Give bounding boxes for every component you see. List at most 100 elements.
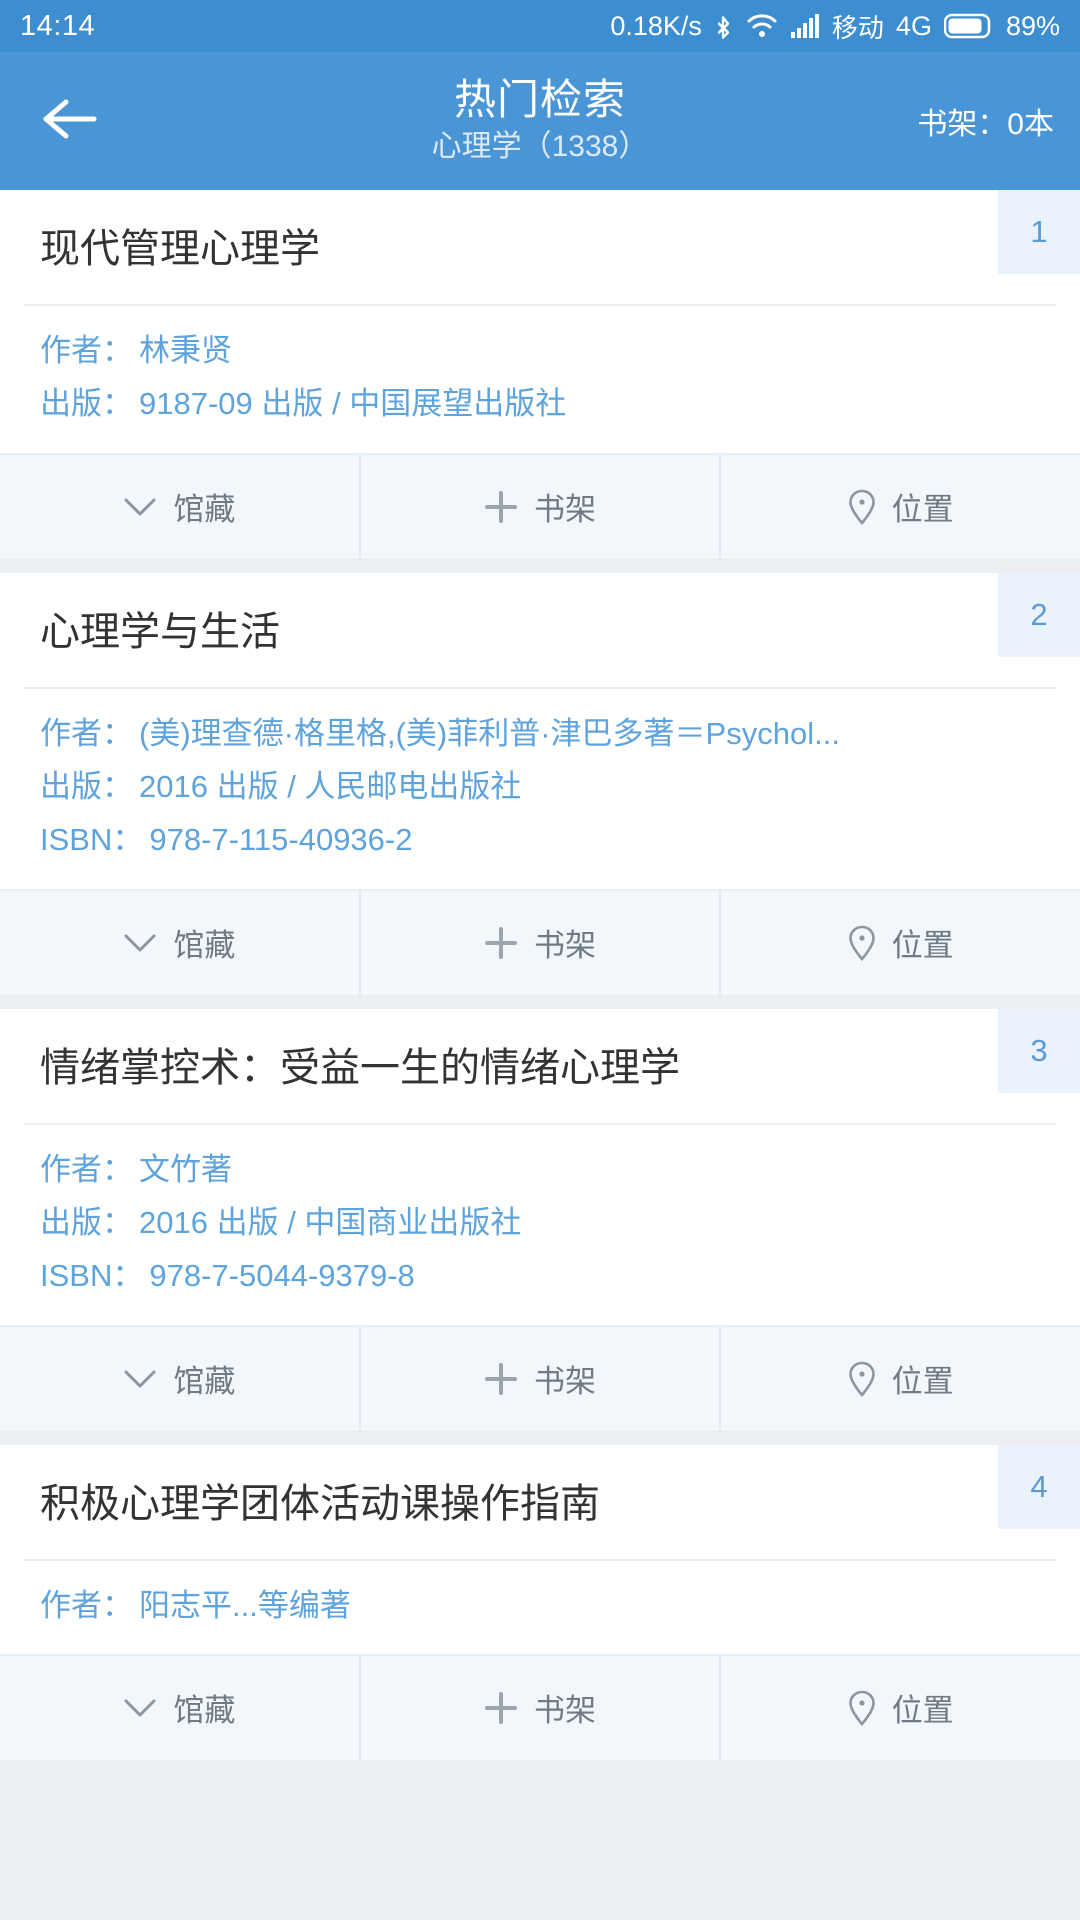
location-label: 位置 — [891, 492, 954, 528]
collection-label: 馆藏 — [173, 492, 236, 528]
book-title: 情绪掌控术：受益一生的情绪心理学 — [40, 1045, 680, 1090]
book-meta: 作者： 林秉贤 出版： 9187-09 出版 / 中国展望出版社 — [0, 306, 1080, 453]
isbn-label: ISBN： — [40, 822, 144, 858]
book-actions: 馆藏 书架 位置 — [0, 1324, 1080, 1431]
book-isbn-row: ISBN： 978-7-115-40936-2 — [40, 813, 1040, 866]
book-card-header[interactable]: 现代管理心理学 1 — [0, 190, 1080, 304]
status-bar: 14:14 0.18K/s 移动 4G 89% — [0, 0, 1080, 52]
book-actions: 馆藏 书架 位置 — [0, 452, 1080, 559]
network-type: 4G — [895, 10, 932, 41]
location-label: 位置 — [891, 928, 954, 964]
collection-button[interactable]: 馆藏 — [0, 454, 361, 559]
page-title: 热门检索 — [453, 75, 626, 123]
shelf-label: 书架 — [534, 1693, 596, 1729]
book-author: 林秉贤 — [139, 333, 232, 368]
location-label: 位置 — [891, 1693, 954, 1729]
book-meta: 作者： (美)理查德·格里格,(美)菲利普·津巴多著＝Psychol... 出版： 2… — [0, 689, 1080, 889]
book-title: 积极心理学团体活动课操作指南 — [40, 1481, 600, 1526]
collection-button[interactable]: 馆藏 — [0, 1326, 361, 1431]
collection-label: 馆藏 — [173, 928, 236, 964]
location-label: 位置 — [891, 1364, 954, 1399]
wifi-icon — [746, 13, 778, 39]
plus-icon — [484, 1691, 518, 1725]
back-arrow-icon — [40, 96, 98, 147]
book-card-header[interactable]: 心理学与生活 2 — [0, 572, 1080, 687]
plus-icon — [484, 926, 518, 960]
chevron-down-icon — [123, 1368, 157, 1390]
collection-button[interactable]: 馆藏 — [0, 890, 361, 995]
book-publish: 2016 出版 / 中国商业出版社 — [139, 1204, 522, 1240]
add-to-shelf-button[interactable]: 书架 — [361, 1655, 722, 1760]
author-label: 作者： — [40, 333, 133, 368]
chevron-down-icon — [123, 1697, 157, 1719]
book-rank-badge: 2 — [998, 572, 1080, 657]
book-author-row: 作者： 林秉贤 — [40, 324, 1040, 377]
location-pin-icon — [848, 925, 876, 961]
book-rank-badge: 3 — [998, 1008, 1080, 1093]
signal-bars-icon — [790, 13, 820, 39]
location-button[interactable]: 位置 — [721, 455, 1080, 559]
add-to-shelf-button[interactable]: 书架 — [361, 454, 722, 559]
battery-percent: 89% — [1005, 10, 1060, 41]
book-publish: 2016 出版 / 人民邮电出版社 — [139, 768, 522, 804]
book-title: 现代管理心理学 — [40, 227, 320, 271]
book-author-row: 作者： (美)理查德·格里格,(美)菲利普·津巴多著＝Psychol... — [40, 707, 1040, 760]
location-button[interactable]: 位置 — [721, 1656, 1080, 1760]
bluetooth-icon — [714, 11, 734, 41]
publish-label: 出版： — [40, 1204, 133, 1240]
page-subtitle: 心理学（1338） — [431, 130, 649, 164]
app-header: 热门检索 心理学（1338） 书架：0本 — [0, 52, 1080, 190]
book-author: 文竹著 — [139, 1151, 232, 1187]
add-to-shelf-button[interactable]: 书架 — [361, 1326, 722, 1431]
book-isbn: 978-7-5044-9379-8 — [149, 1258, 415, 1294]
back-button[interactable] — [26, 78, 112, 164]
book-card[interactable]: 积极心理学团体活动课操作指南 4 作者： 阳志平...等编著馆藏 书架 位置 — [0, 1444, 1080, 1760]
book-list: 现代管理心理学 1 作者： 林秉贤 出版： 9187-09 出版 / 中国展望出版社 馆藏书… — [0, 190, 1080, 1760]
location-button[interactable]: 位置 — [721, 1327, 1080, 1431]
battery-icon — [943, 13, 992, 39]
collection-button[interactable]: 馆藏 — [0, 1655, 361, 1760]
book-card-header[interactable]: 积极心理学团体活动课操作指南 4 — [0, 1444, 1080, 1559]
book-meta: 作者： 阳志平...等编著 — [0, 1561, 1080, 1654]
book-card[interactable]: 情绪掌控术：受益一生的情绪心理学 3 作者： 文竹著 出版： 2016 出版 / 中国商业… — [0, 1008, 1080, 1431]
publish-label: 出版： — [40, 768, 133, 804]
book-rank-badge: 1 — [998, 190, 1080, 274]
book-author-row: 作者： 阳志平...等编著 — [40, 1579, 1040, 1632]
book-publish-row: 出版： 2016 出版 / 中国商业出版社 — [40, 1196, 1040, 1249]
book-meta: 作者： 文竹著 出版： 2016 出版 / 中国商业出版社 ISBN： 978-7-504… — [0, 1125, 1080, 1325]
book-card[interactable]: 心理学与生活 2 作者： (美)理查德·格里格,(美)菲利普·津巴多著＝Psychol… — [0, 572, 1080, 995]
book-author-row: 作者： 文竹著 — [40, 1143, 1040, 1196]
status-indicators: 0.18K/s 移动 4G 89% — [610, 8, 1060, 45]
isbn-label: ISBN： — [40, 1258, 144, 1294]
shelf-label: 书架 — [534, 928, 596, 964]
location-pin-icon — [848, 1690, 876, 1726]
book-isbn-row: ISBN： 978-7-5044-9379-8 — [40, 1249, 1040, 1302]
shelf-label: 书架 — [534, 492, 596, 528]
chevron-down-icon — [123, 496, 157, 518]
book-publish: 9187-09 出版 / 中国展望出版社 — [139, 386, 567, 422]
book-card-header[interactable]: 情绪掌控术：受益一生的情绪心理学 3 — [0, 1008, 1080, 1123]
book-title: 心理学与生活 — [40, 609, 280, 654]
location-button[interactable]: 位置 — [721, 891, 1080, 995]
chevron-down-icon — [123, 932, 157, 954]
shelf-label: 书架 — [534, 1364, 596, 1399]
location-pin-icon — [848, 489, 876, 525]
book-actions: 馆藏 书架 位置 — [0, 888, 1080, 995]
location-pin-icon — [848, 1361, 876, 1397]
book-author: (美)理查德·格里格,(美)菲利普·津巴多著＝Psychol... — [139, 715, 840, 751]
book-actions: 馆藏 书架 位置 — [0, 1653, 1080, 1760]
network-speed-text: 0.18K/s — [610, 10, 702, 41]
publish-label: 出版： — [40, 386, 133, 422]
collection-label: 馆藏 — [173, 1693, 236, 1729]
book-isbn: 978-7-115-40936-2 — [149, 822, 413, 858]
add-to-shelf-button[interactable]: 书架 — [361, 890, 722, 995]
shelf-count-label[interactable]: 书架：0本 — [917, 99, 1054, 143]
book-publish-row: 出版： 2016 出版 / 人民邮电出版社 — [40, 760, 1040, 813]
book-card[interactable]: 现代管理心理学 1 作者： 林秉贤 出版： 9187-09 出版 / 中国展望出版社 馆藏 书… — [0, 190, 1080, 559]
author-label: 作者： — [40, 1587, 133, 1623]
plus-icon — [484, 1362, 518, 1396]
book-rank-badge: 4 — [998, 1444, 1080, 1529]
author-label: 作者： — [40, 1151, 133, 1187]
status-time: 14:14 — [20, 9, 96, 42]
plus-icon — [484, 490, 518, 524]
